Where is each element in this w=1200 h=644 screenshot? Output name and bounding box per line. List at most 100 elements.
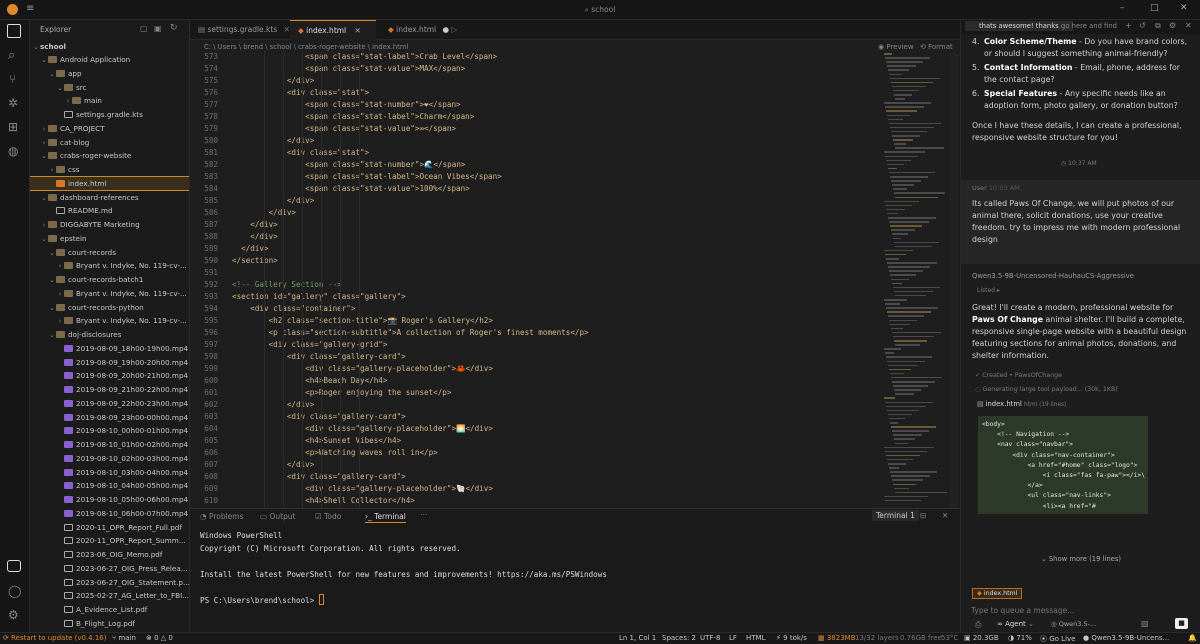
tab-terminal[interactable]: ›_ Terminal [365, 512, 406, 523]
tree-item[interactable]: ⌄ app [30, 67, 189, 80]
close-icon[interactable]: ✕ [284, 25, 290, 34]
tree-item[interactable]: › main [30, 94, 189, 107]
image-icon[interactable]: ▨ [1141, 619, 1149, 628]
debug-icon[interactable]: ✲ [8, 96, 18, 110]
tree-item[interactable]: A_Evidence_List.pdf [30, 603, 189, 616]
scrollbar[interactable] [950, 53, 958, 508]
breadcrumb[interactable]: C: \ Users \ brend \ school \ crabs-roge… [204, 43, 408, 51]
search-icon[interactable]: ⌕ [8, 48, 15, 63]
tree-item[interactable]: 2019-08-10_06h00-07h00.mp4 [30, 507, 189, 520]
tree-item[interactable]: ⌄ court-records [30, 246, 189, 259]
globe-icon[interactable]: ◍ [8, 144, 18, 158]
mode-select[interactable]: ∞ Agent ⌄ [997, 620, 1034, 628]
chat-tab[interactable]: go here and find [1061, 22, 1117, 30]
language-mode[interactable]: HTML [746, 634, 765, 642]
preview-button[interactable]: ◉ Preview [878, 43, 914, 51]
files-icon[interactable] [7, 24, 21, 38]
attach-icon[interactable]: ⎙ [975, 620, 981, 630]
copy-icon[interactable]: ⧉ [1155, 21, 1161, 31]
go-live-button[interactable]: ⦿ Go Live [1040, 634, 1075, 644]
tab-index-html-2[interactable]: ◆ index.html ● ▷ [380, 20, 460, 40]
model-select[interactable]: ◎ Qwen3.5-... [1051, 620, 1096, 628]
restart-update[interactable]: ⟳ Restart to update (v0.4.16) [3, 634, 107, 642]
history-icon[interactable]: ↺ [1139, 21, 1146, 30]
more-icon[interactable]: ⋯ [420, 510, 428, 519]
branch-indicator[interactable]: ⑂ main [112, 634, 136, 642]
tree-item[interactable]: 2020-11_OPR_Report_Summ... [30, 534, 189, 547]
tree-item[interactable]: › Bryant v. Indyke, No. 119-cv-... [30, 287, 189, 300]
tree-item[interactable]: 2019-08-10_04h00-05h00.mp4 [30, 479, 189, 492]
tree-item[interactable]: ⌄ doj-disclosures [30, 328, 189, 341]
tree-item[interactable]: ⌄ dashboard-references [30, 191, 189, 204]
tree-item[interactable]: README.md [30, 204, 189, 217]
tree-item[interactable]: 2023-06_OIG_Memo.pdf [30, 548, 189, 561]
chat-tab-active[interactable]: thats awesome! thanks [965, 21, 1073, 31]
send-button[interactable]: ■ [1175, 618, 1188, 629]
tree-item[interactable]: 2025-02-27_AG_Letter_to_FBI... [30, 589, 189, 602]
tree-item[interactable]: 2019-08-10_01h00-02h00.mp4 [30, 438, 189, 451]
tab-problems[interactable]: ◔ Problems [200, 512, 244, 521]
refresh-icon[interactable]: ↻ [170, 23, 178, 33]
new-file-icon[interactable]: ▢ [140, 24, 148, 33]
tree-item[interactable]: ⌄ epstein [30, 232, 189, 245]
tree-item[interactable]: 2023-06-27_OIG_Press_Relea... [30, 562, 189, 575]
chat-input[interactable] [971, 603, 1191, 617]
tree-item[interactable]: › DIGGABYTE Marketing [30, 218, 189, 231]
close-chat-icon[interactable]: ✕ [1185, 21, 1192, 30]
tree-item[interactable]: 2019-08-10_03h00-04h00.mp4 [30, 466, 189, 479]
tree-item[interactable]: › Bryant v. Indyke, No. 119-cv-... [30, 259, 189, 272]
cursor-position[interactable]: Ln 1, Col 1 [619, 634, 656, 642]
tree-item[interactable]: 2019-08-09_23h00-00h00.mp4 [30, 411, 189, 424]
extensions-icon[interactable]: ⊞ [8, 120, 18, 134]
minimap[interactable] [884, 53, 948, 508]
window-close-icon[interactable]: ✕ [1180, 3, 1188, 13]
tree-item[interactable]: ⌄ crabs-roger-website [30, 149, 189, 162]
tree-item[interactable]: ⌄ court-records-python [30, 301, 189, 314]
eol[interactable]: LF [729, 634, 737, 642]
tree-item[interactable]: B_Flight_Log.pdf [30, 617, 189, 630]
tree-item[interactable]: 2019-08-10_02h00-03h00.mp4 [30, 452, 189, 465]
settings-icon[interactable]: ⚙ [8, 608, 19, 622]
split-icon[interactable]: ⊟ [920, 511, 926, 520]
tree-item[interactable]: 2019-08-09_21h00-22h00.mp4 [30, 383, 189, 396]
file-card[interactable]: ▤ index.html html (19 lines) [977, 400, 1197, 414]
tab-index-html[interactable]: ◆ index.html ✕ [290, 20, 376, 40]
tree-item[interactable]: 2019-08-09_22h00-23h00.mp4 [30, 397, 189, 410]
format-button[interactable]: ⟲ Format [920, 43, 953, 51]
tree-item[interactable]: 2019-08-09_18h00-19h00.mp4 [30, 342, 189, 355]
tree-item[interactable]: › cat-blog [30, 136, 189, 149]
tree-item[interactable]: › CA_PROJECT [30, 122, 189, 135]
tree-item[interactable]: 2020-11_OPR_Report_Full.pdf [30, 521, 189, 534]
new-folder-icon[interactable]: ▣ [154, 24, 162, 33]
tree-item[interactable]: ⌄ court-records-batch1 [30, 273, 189, 286]
tree-item[interactable]: ⌄ Android Application [30, 53, 189, 66]
add-chat-icon[interactable]: + [1125, 21, 1132, 30]
tree-item[interactable]: 2019-08-09_20h00-21h00.mp4 [30, 369, 189, 382]
tab-output[interactable]: ▭ Output [260, 512, 296, 521]
tree-item[interactable]: 2019-08-10_05h00-06h00.mp4 [30, 493, 189, 506]
window-maximize-icon[interactable]: □ [1150, 3, 1159, 13]
problems-indicator[interactable]: ⊗ 0 △ 0 [146, 634, 173, 642]
chat-icon[interactable] [7, 560, 21, 572]
tree-item[interactable]: 2019-08-10_00h00-01h00.mp4 [30, 424, 189, 437]
indentation[interactable]: Spaces: 2 [662, 634, 696, 642]
chat-settings-icon[interactable]: ⚙ [1169, 21, 1176, 30]
window-minimize-icon[interactable]: – [1120, 3, 1125, 13]
tree-root[interactable]: ⌄school [30, 40, 189, 53]
encoding[interactable]: UTF-8 [700, 634, 720, 642]
close-icon[interactable]: ✕ [355, 26, 361, 35]
tree-item[interactable]: index.html [30, 175, 189, 191]
tree-item[interactable]: ⌄ src [30, 81, 189, 94]
preview-icon[interactable]: ▷ [451, 25, 457, 34]
tab-settings-gradle[interactable]: ▤ settings.gradle.kts ✕ [190, 20, 290, 40]
show-more-button[interactable]: ⌄ Show more (19 lines) [1041, 555, 1121, 563]
terminal-output[interactable]: Windows PowerShell Copyright (C) Microsof… [200, 529, 950, 607]
tree-item[interactable]: settings.gradle.kts [30, 108, 189, 121]
tree-item[interactable]: 2023-06-27_OIG_Statement.p... [30, 576, 189, 589]
tab-todo[interactable]: ☑ Todo [315, 512, 341, 521]
tree-item[interactable]: 2019-08-09_19h00-20h00.mp4 [30, 356, 189, 369]
model-status[interactable]: ● Qwen3.5-9B-Uncens... [1083, 634, 1169, 642]
code-area[interactable]: 573 <span class="stat-label">Crab Level<… [190, 51, 880, 508]
command-search[interactable]: ⌕ school [470, 3, 730, 17]
close-panel-icon[interactable]: ✕ [942, 511, 948, 520]
